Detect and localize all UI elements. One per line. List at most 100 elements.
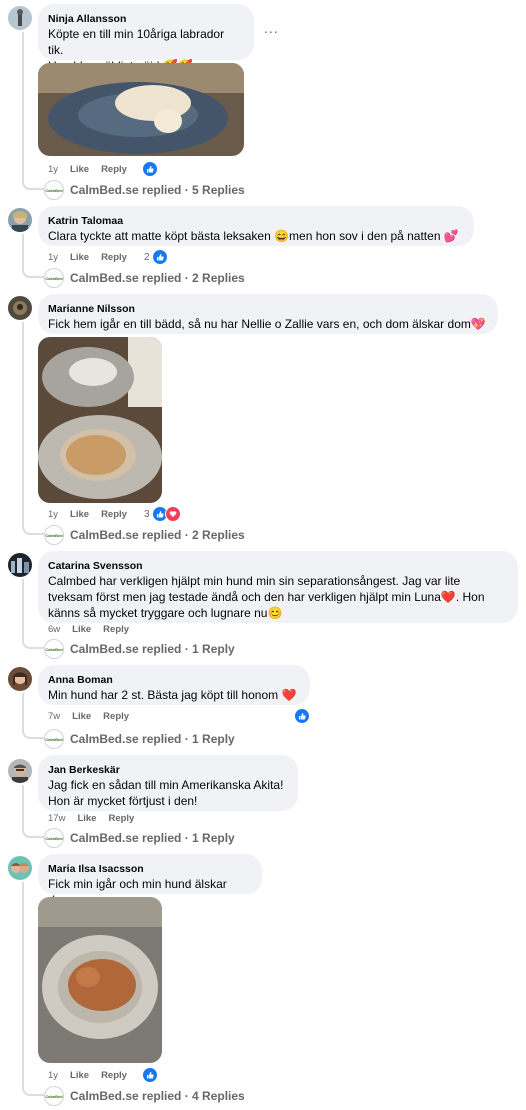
comment-bubble: Jan Berkeskär Jag fick en sådan till min… [38,755,298,811]
calmbed-logo-icon: CalmBed [44,729,64,749]
comment-photo[interactable] [38,897,162,1063]
logo-text: CalmBed [45,646,63,652]
calmbed-logo-icon: CalmBed [44,180,64,200]
thread-connector [22,693,44,739]
comment-actions: 1y Like Reply [48,252,127,263]
comment-bubble: Katrin Talomaa Clara tyckte att matte kö… [38,206,474,246]
reaction-summary[interactable]: 2 [144,249,168,265]
comment-photo[interactable] [38,337,162,503]
reply-button[interactable]: Reply [101,1070,127,1081]
like-button[interactable]: Like [70,164,89,175]
logo-text: CalmBed [45,736,63,742]
avatar[interactable] [8,553,32,577]
thread-connector [22,785,44,838]
comment-bubble: Marianne Nilsson Fick hem igår en till b… [38,294,498,334]
reaction-summary[interactable] [142,1067,158,1083]
comment-author[interactable]: Marianne Nilsson [48,302,486,316]
thread-connector [22,882,44,1096]
thread-connector [22,579,44,649]
like-button[interactable]: Like [70,1070,89,1081]
comment-time[interactable]: 1y [48,509,58,520]
logo-text: CalmBed [45,532,63,538]
like-button[interactable]: Like [70,252,89,263]
reply-button[interactable]: Reply [101,252,127,263]
comment-time[interactable]: 1y [48,1070,58,1081]
calmbed-logo-icon: CalmBed [44,525,64,545]
replies-text: CalmBed.se replied · 5 Replies [70,183,245,197]
like-button[interactable]: Like [72,711,91,722]
comment-bubble: Anna Boman Min hund har 2 st. Bästa jag … [38,665,310,705]
comment-author[interactable]: Jan Berkeskär [48,763,286,777]
comment-bubble: Ninja Allansson Köpte en till min 10årig… [38,4,254,73]
replies-link[interactable]: CalmBed CalmBed.se replied · 2 Replies [44,525,245,545]
reaction-count: 3 [144,508,150,520]
calmbed-logo-icon: CalmBed [44,268,64,288]
comment-text: Jag fick en sådan till min Amerikanska A… [48,778,284,808]
replies-text: CalmBed.se replied · 1 Reply [70,642,235,656]
replies-text: CalmBed.se replied · 4 Replies [70,1089,245,1103]
avatar[interactable] [8,208,32,232]
comment-time[interactable]: 1y [48,252,58,263]
like-button[interactable]: Like [70,509,89,520]
reply-button[interactable]: Reply [103,711,129,722]
replies-link[interactable]: CalmBed CalmBed.se replied · 1 Reply [44,828,235,848]
thread-connector [22,32,44,190]
comment-text: Fick hem igår en till bädd, så nu har Ne… [48,317,486,331]
replies-link[interactable]: CalmBed CalmBed.se replied · 5 Replies [44,180,245,200]
comment-text: Calmbed har verkligen hjälpt min hund mi… [48,574,485,620]
replies-link[interactable]: CalmBed CalmBed.se replied · 1 Reply [44,639,235,659]
avatar[interactable] [8,856,32,880]
replies-text: CalmBed.se replied · 1 Reply [70,732,235,746]
calmbed-logo-icon: CalmBed [44,1086,64,1106]
comment-time[interactable]: 6w [48,624,60,635]
replies-text: CalmBed.se replied · 2 Replies [70,528,245,542]
reply-button[interactable]: Reply [103,624,129,635]
reply-button[interactable]: Reply [108,813,134,824]
comment-actions: 1y Like Reply [48,1070,127,1081]
replies-link[interactable]: CalmBed CalmBed.se replied · 2 Replies [44,268,245,288]
logo-text: CalmBed [45,835,63,841]
reply-button[interactable]: Reply [101,164,127,175]
comment-text: Min hund har 2 st. Bästa jag köpt till h… [48,688,297,702]
reply-button[interactable]: Reply [101,509,127,520]
reaction-summary[interactable]: 3 [144,506,181,522]
comment-author[interactable]: Katrin Talomaa [48,214,462,228]
thread-connector [22,234,44,278]
comment-actions: 1y Like Reply [48,164,127,175]
comment-author[interactable]: Maria Ilsa Isacsson [48,862,250,876]
calmbed-logo-icon: CalmBed [44,828,64,848]
calmbed-logo-icon: CalmBed [44,639,64,659]
comment-actions: 6w Like Reply [48,624,129,635]
avatar[interactable] [8,667,32,691]
comment-time[interactable]: 1y [48,164,58,175]
more-options-icon[interactable]: ... [264,20,279,36]
like-button[interactable]: Like [77,813,96,824]
like-reaction-icon [142,1067,158,1083]
like-reaction-icon [142,161,158,177]
comment-actions: 7w Like Reply [48,711,129,722]
comment-author[interactable]: Catarina Svensson [48,559,506,573]
reaction-summary[interactable] [294,708,310,724]
comment-actions: 1y Like Reply [48,509,127,520]
comment-text: Clara tyckte att matte köpt bästa leksak… [48,229,459,243]
logo-text: CalmBed [45,1093,63,1099]
comment-author[interactable]: Anna Boman [48,673,298,687]
comment-actions: 17w Like Reply [48,813,134,824]
like-reaction-icon [151,249,168,265]
logo-text: CalmBed [45,187,63,193]
comment-time[interactable]: 17w [48,813,65,824]
comment-author[interactable]: Ninja Allansson [48,12,242,26]
replies-link[interactable]: CalmBed CalmBed.se replied · 4 Replies [44,1086,245,1106]
comment-time[interactable]: 7w [48,711,60,722]
logo-text: CalmBed [45,275,63,281]
replies-text: CalmBed.se replied · 2 Replies [70,271,245,285]
avatar[interactable] [8,759,32,783]
reaction-summary[interactable] [142,161,158,177]
like-button[interactable]: Like [72,624,91,635]
avatar[interactable] [8,6,32,30]
like-reaction-icon [294,708,310,724]
heart-reaction-icon [164,506,181,522]
replies-link[interactable]: CalmBed CalmBed.se replied · 1 Reply [44,729,235,749]
comment-photo[interactable] [38,63,244,156]
avatar[interactable] [8,296,32,320]
